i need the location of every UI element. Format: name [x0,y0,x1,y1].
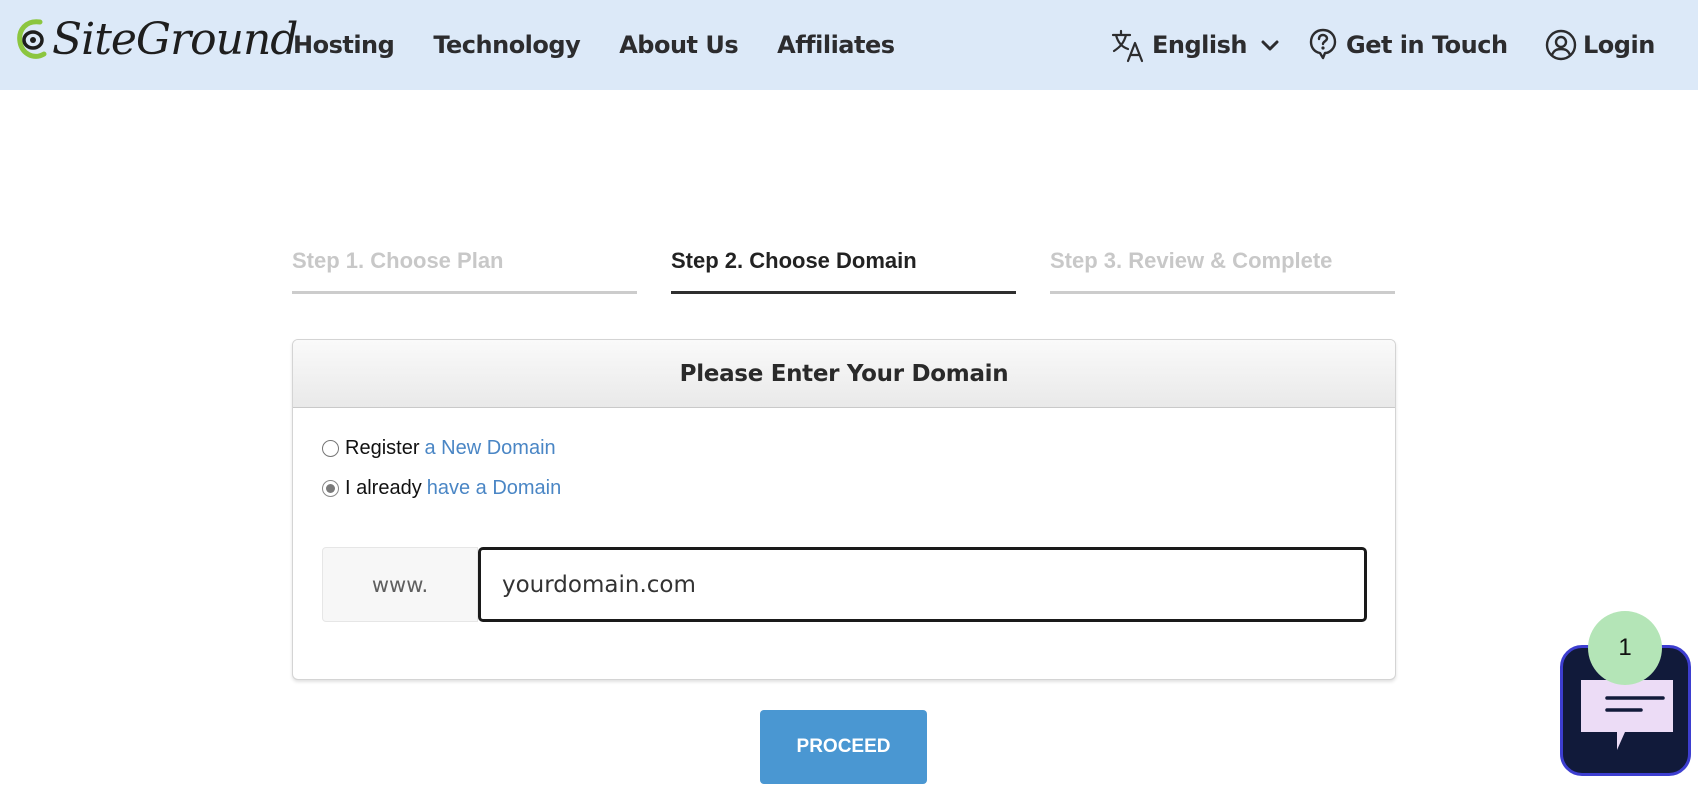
nav-hosting[interactable]: Hosting [293,31,395,59]
login-link[interactable]: Login [1545,0,1655,90]
step-indicator-bar [1050,291,1395,294]
logo-swirl-icon [17,19,47,59]
nav-about-us[interactable]: About Us [619,31,738,59]
nav-affiliates[interactable]: Affiliates [777,31,895,59]
step-review-complete: Step 3. Review & Complete [1050,248,1395,294]
step-label: Step 3. Review & Complete [1050,248,1333,273]
step-indicator-bar [292,291,637,294]
checkout-steps: Step 1. Choose Plan Step 2. Choose Domai… [292,248,1396,294]
user-circle-icon [1545,29,1577,61]
proceed-button[interactable]: PROCEED [760,710,927,784]
step-choose-domain: Step 2. Choose Domain [671,248,1016,294]
existing-domain-radio[interactable] [322,480,339,497]
main-nav: Hosting Technology About Us Affiliates [293,0,934,90]
site-header: SiteGround Hosting Technology About Us A… [0,0,1698,90]
step-label: Step 2. Choose Domain [671,248,917,273]
register-new-domain-option[interactable]: Register a New Domain [322,437,556,460]
get-in-touch-label: Get in Touch [1346,31,1508,59]
step-indicator-bar [671,291,1016,294]
step-label: Step 1. Choose Plan [292,248,504,273]
nav-technology[interactable]: Technology [433,31,580,59]
chat-bubble-icon [1581,680,1673,750]
option-highlight: have a Domain [426,477,562,499]
www-prefix: www. [322,547,478,622]
language-label: English [1152,31,1247,59]
question-bubble-icon [1309,28,1337,60]
option-label: Register [345,437,420,459]
option-label: I already [345,477,422,499]
get-in-touch-link[interactable]: Get in Touch [1309,0,1508,90]
logo-text: SiteGround [52,14,298,65]
siteground-logo[interactable]: SiteGround [16,14,298,66]
domain-card: Please Enter Your Domain Register a New … [292,339,1396,680]
option-highlight: a New Domain [424,437,556,459]
domain-input[interactable] [478,547,1367,622]
register-new-domain-radio[interactable] [322,440,339,457]
chat-notification-badge: 1 [1588,611,1662,685]
existing-domain-option[interactable]: I already have a Domain [322,477,561,500]
chevron-down-icon [1261,40,1279,51]
card-header: Please Enter Your Domain [293,340,1395,408]
login-label: Login [1583,31,1655,59]
card-title: Please Enter Your Domain [679,360,1009,387]
language-selector[interactable]: English [1110,0,1281,90]
step-choose-plan[interactable]: Step 1. Choose Plan [292,248,637,294]
translate-icon [1111,29,1144,63]
